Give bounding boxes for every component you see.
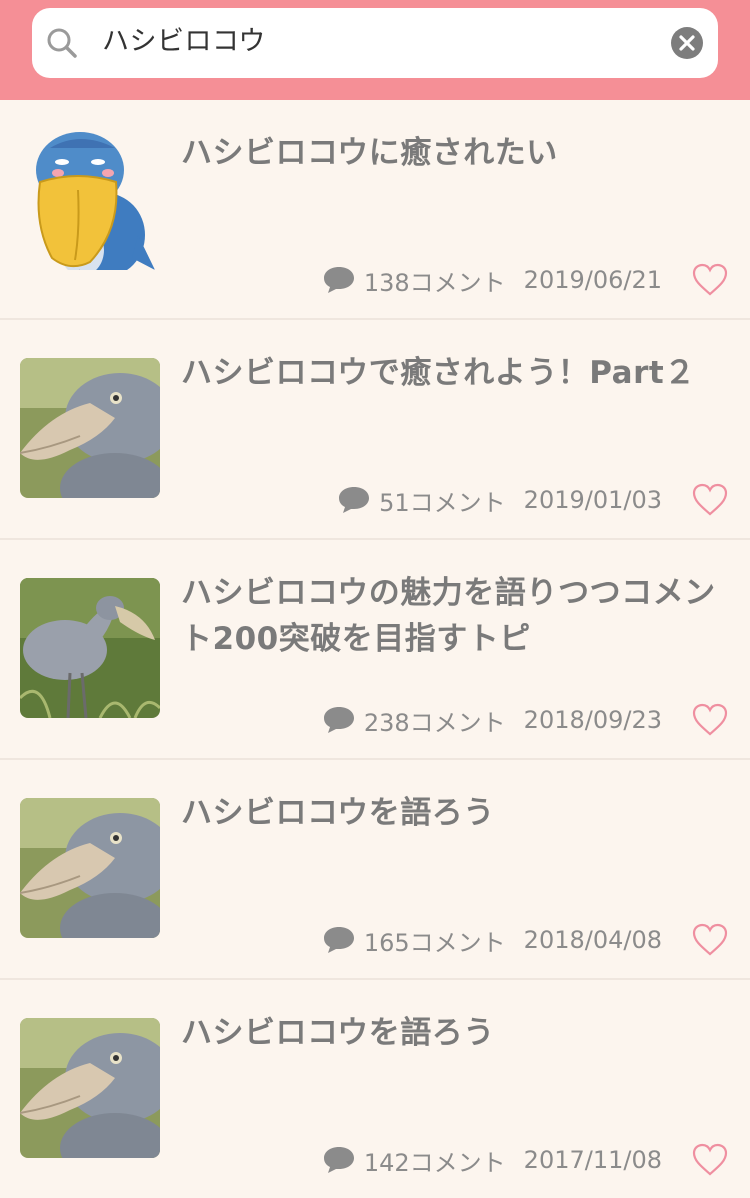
topic-thumbnail-photo (20, 798, 160, 938)
topic-thumbnail-photo (20, 358, 160, 498)
topic-row[interactable]: ハシビロコウの魅力を語りつつコメント200突破を目指すトピ 238コメント 20… (0, 540, 750, 760)
search-icon (47, 28, 77, 58)
topic-meta: 138コメント 2019/06/21 (322, 262, 662, 298)
topic-row[interactable]: ハシビロコウで癒されよう！Part２ 51コメント 2019/01/03 (0, 320, 750, 540)
comment-icon (323, 267, 354, 293)
topic-title[interactable]: ハシビロコウで癒されよう！Part２ (181, 350, 731, 396)
comment-icon (323, 1147, 354, 1173)
topic-thumbnail-photo (20, 1018, 160, 1158)
topic-title[interactable]: ハシビロコウを語ろう (181, 790, 731, 836)
comment-count: 142コメント (363, 1148, 506, 1177)
heart-icon[interactable] (692, 1143, 728, 1177)
search-query: ハシビロコウ (102, 26, 266, 57)
topic-date: 2018/09/23 (523, 706, 662, 734)
comment-count: 165コメント (363, 928, 506, 957)
topic-thumbnail-illustration (20, 130, 160, 270)
topic-meta: 142コメント 2017/11/08 (322, 1142, 662, 1178)
topic-title[interactable]: ハシビロコウに癒されたい (181, 130, 731, 176)
topic-meta: 165コメント 2018/04/08 (322, 922, 662, 958)
topic-date: 2017/11/08 (523, 1146, 662, 1174)
topic-date: 2019/06/21 (523, 266, 662, 294)
heart-icon[interactable] (692, 263, 728, 297)
comment-count: 238コメント (363, 708, 506, 737)
comment-icon (323, 927, 354, 953)
clear-icon[interactable] (670, 26, 704, 60)
comment-icon (339, 487, 370, 513)
topic-meta: 51コメント 2019/01/03 (337, 482, 662, 518)
topic-thumbnail-photo-standing (20, 578, 160, 718)
topic-list: ハシビロコウに癒されたい 138コメント 2019/06/21 ハシビロコウで癒… (0, 100, 750, 1198)
search-input[interactable]: ハシビロコウ (32, 8, 718, 78)
topic-row[interactable]: ハシビロコウを語ろう 165コメント 2018/04/08 (0, 760, 750, 980)
comment-icon (323, 707, 354, 733)
topic-title[interactable]: ハシビロコウを語ろう (181, 1010, 731, 1056)
topic-title[interactable]: ハシビロコウの魅力を語りつつコメント200突破を目指すトピ (181, 570, 731, 662)
search-header: ハシビロコウ (0, 0, 750, 100)
topic-meta: 238コメント 2018/09/23 (322, 702, 662, 738)
heart-icon[interactable] (692, 923, 728, 957)
topic-row[interactable]: ハシビロコウに癒されたい 138コメント 2019/06/21 (0, 100, 750, 320)
comment-count: 138コメント (363, 268, 506, 297)
topic-date: 2019/01/03 (523, 486, 662, 514)
heart-icon[interactable] (692, 483, 728, 517)
topic-date: 2018/04/08 (523, 926, 662, 954)
comment-count: 51コメント (379, 488, 506, 517)
topic-row[interactable]: ハシビロコウを語ろう 142コメント 2017/11/08 (0, 980, 750, 1198)
heart-icon[interactable] (692, 703, 728, 737)
